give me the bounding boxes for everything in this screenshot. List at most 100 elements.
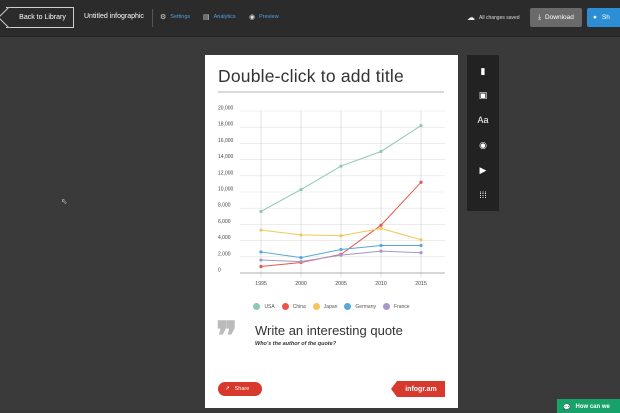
analytics-label: Analytics xyxy=(213,14,236,20)
share-icon: ↗ xyxy=(225,386,230,392)
x-tick-label: 2005 xyxy=(335,281,347,287)
legend-label: Germany xyxy=(355,303,376,310)
legend-label: China xyxy=(292,303,306,310)
divider xyxy=(152,9,153,27)
settings-link[interactable]: ⚙ Settings xyxy=(160,13,190,21)
y-tick-label: 6,000 xyxy=(218,219,231,225)
data-point-france xyxy=(299,260,303,264)
quote-icon: ❞ xyxy=(216,313,238,360)
infographic-title[interactable]: Double-click to add title xyxy=(218,66,404,87)
save-status-label: All changes saved xyxy=(479,14,520,21)
legend-label: France xyxy=(393,303,410,310)
download-button[interactable]: ⤓ Download xyxy=(530,8,582,27)
infographic-canvas[interactable]: Double-click to add title 20,000 18,000 16… xyxy=(205,55,458,408)
data-point-usa xyxy=(259,209,263,214)
map-icon[interactable]: ▣ xyxy=(467,85,499,105)
data-point-usa xyxy=(299,187,303,192)
x-tick-label: 1995 xyxy=(255,281,267,287)
chat-label: How can we xyxy=(575,404,610,410)
card-share-button[interactable]: ↗ Share xyxy=(218,382,262,396)
text-icon[interactable]: Aa xyxy=(467,110,499,130)
data-point-germany xyxy=(339,247,343,252)
settings-label: Settings xyxy=(170,14,191,20)
data-point-japan xyxy=(259,228,263,232)
legend-label: USA xyxy=(264,303,275,310)
data-point-germany xyxy=(299,256,303,260)
legend-item-china: China xyxy=(281,303,306,310)
video-icon[interactable]: ▶ xyxy=(467,160,499,180)
insert-toolbar: ▮ ▣ Aa ◉ ▶ ⁞⁞⁞ xyxy=(467,55,499,211)
back-label: Back to Library xyxy=(19,14,66,21)
y-tick-label: 14,000 xyxy=(218,154,234,160)
data-point-japan xyxy=(379,226,383,231)
data-point-germany xyxy=(379,243,383,248)
data-point-france xyxy=(379,249,383,253)
download-icon: ⤓ xyxy=(538,13,541,21)
back-to-library-button[interactable]: Back to Library xyxy=(6,7,74,28)
mouse-cursor-icon: ⇖ xyxy=(61,197,68,206)
preview-link[interactable]: ◉ Preview xyxy=(249,13,279,21)
chart-icon[interactable]: ▮ xyxy=(467,61,499,81)
grid-icon[interactable]: ⁞⁞⁞ xyxy=(467,185,499,205)
title-divider xyxy=(218,91,444,93)
settings-icon: ⚙ xyxy=(160,14,167,21)
globe-icon: ● xyxy=(593,14,597,21)
card-share-label: Share xyxy=(234,386,250,392)
y-tick-label: 4,000 xyxy=(218,235,231,241)
y-tick-label: 10,000 xyxy=(218,187,234,193)
legend-swatch xyxy=(281,303,289,310)
legend-item-usa: USA xyxy=(253,303,275,310)
x-tick-label: 2000 xyxy=(295,281,307,287)
chat-widget[interactable]: 💬 How can we xyxy=(557,399,620,413)
brand-logo[interactable]: infogr.am xyxy=(391,381,445,397)
y-tick-label: 18,000 xyxy=(218,122,234,128)
share-label: Sh xyxy=(601,14,610,21)
document-title[interactable]: Untitled infographic xyxy=(84,13,144,20)
data-point-france xyxy=(259,258,263,262)
analytics-icon: ▤ xyxy=(203,14,210,21)
legend-swatch xyxy=(312,303,320,310)
y-tick-label: 20,000 xyxy=(218,106,234,112)
y-tick-label: 0 xyxy=(218,268,221,274)
data-point-china xyxy=(259,264,263,269)
y-tick-label: 12,000 xyxy=(218,170,234,176)
data-point-usa xyxy=(379,149,383,154)
legend-swatch xyxy=(382,303,390,310)
top-bar: Back to Library Untitled infographic ⚙ Se… xyxy=(0,0,620,37)
data-point-germany xyxy=(419,243,423,248)
x-tick-label: 2010 xyxy=(375,281,387,287)
data-point-usa xyxy=(419,123,423,128)
line-chart[interactable]: 20,000 18,000 16,000 14,000 12,000 10,000 8,00… xyxy=(205,103,458,298)
legend-item-germany: Germany xyxy=(344,303,376,310)
legend-swatch xyxy=(344,303,352,310)
cloud-icon: ☁ xyxy=(467,13,475,22)
legend-item-japan: Japan xyxy=(312,303,338,310)
preview-label: Preview xyxy=(259,14,279,20)
legend-label: Japan xyxy=(323,303,338,310)
data-point-germany xyxy=(259,250,263,254)
legend-item-france: France xyxy=(382,303,410,310)
eye-icon: ◉ xyxy=(249,14,256,21)
camera-icon[interactable]: ◉ xyxy=(467,135,499,155)
data-point-japan xyxy=(299,233,303,237)
y-tick-label: 2,000 xyxy=(218,251,231,257)
data-point-usa xyxy=(339,164,343,168)
analytics-link[interactable]: ▤ Analytics xyxy=(203,13,236,21)
data-point-japan xyxy=(419,238,423,242)
y-tick-label: 16,000 xyxy=(218,138,234,144)
save-status: ☁ All changes saved xyxy=(467,13,520,22)
data-point-china xyxy=(379,223,383,227)
share-button[interactable]: ● Sh xyxy=(587,8,620,27)
data-point-japan xyxy=(339,234,343,238)
data-point-france xyxy=(339,253,343,257)
data-point-china xyxy=(419,180,423,184)
y-tick-label: 8,000 xyxy=(218,203,231,209)
data-point-france xyxy=(419,251,423,255)
x-tick-label: 2015 xyxy=(415,281,427,287)
download-label: Download xyxy=(544,14,574,21)
chart-legend: USA China Japan Germany France xyxy=(205,303,458,310)
quote-author[interactable]: Who's the author of the quote? xyxy=(255,341,336,347)
quote-text[interactable]: Write an interesting quote xyxy=(255,323,403,338)
legend-swatch xyxy=(253,303,261,310)
chat-icon: 💬 xyxy=(563,404,571,411)
